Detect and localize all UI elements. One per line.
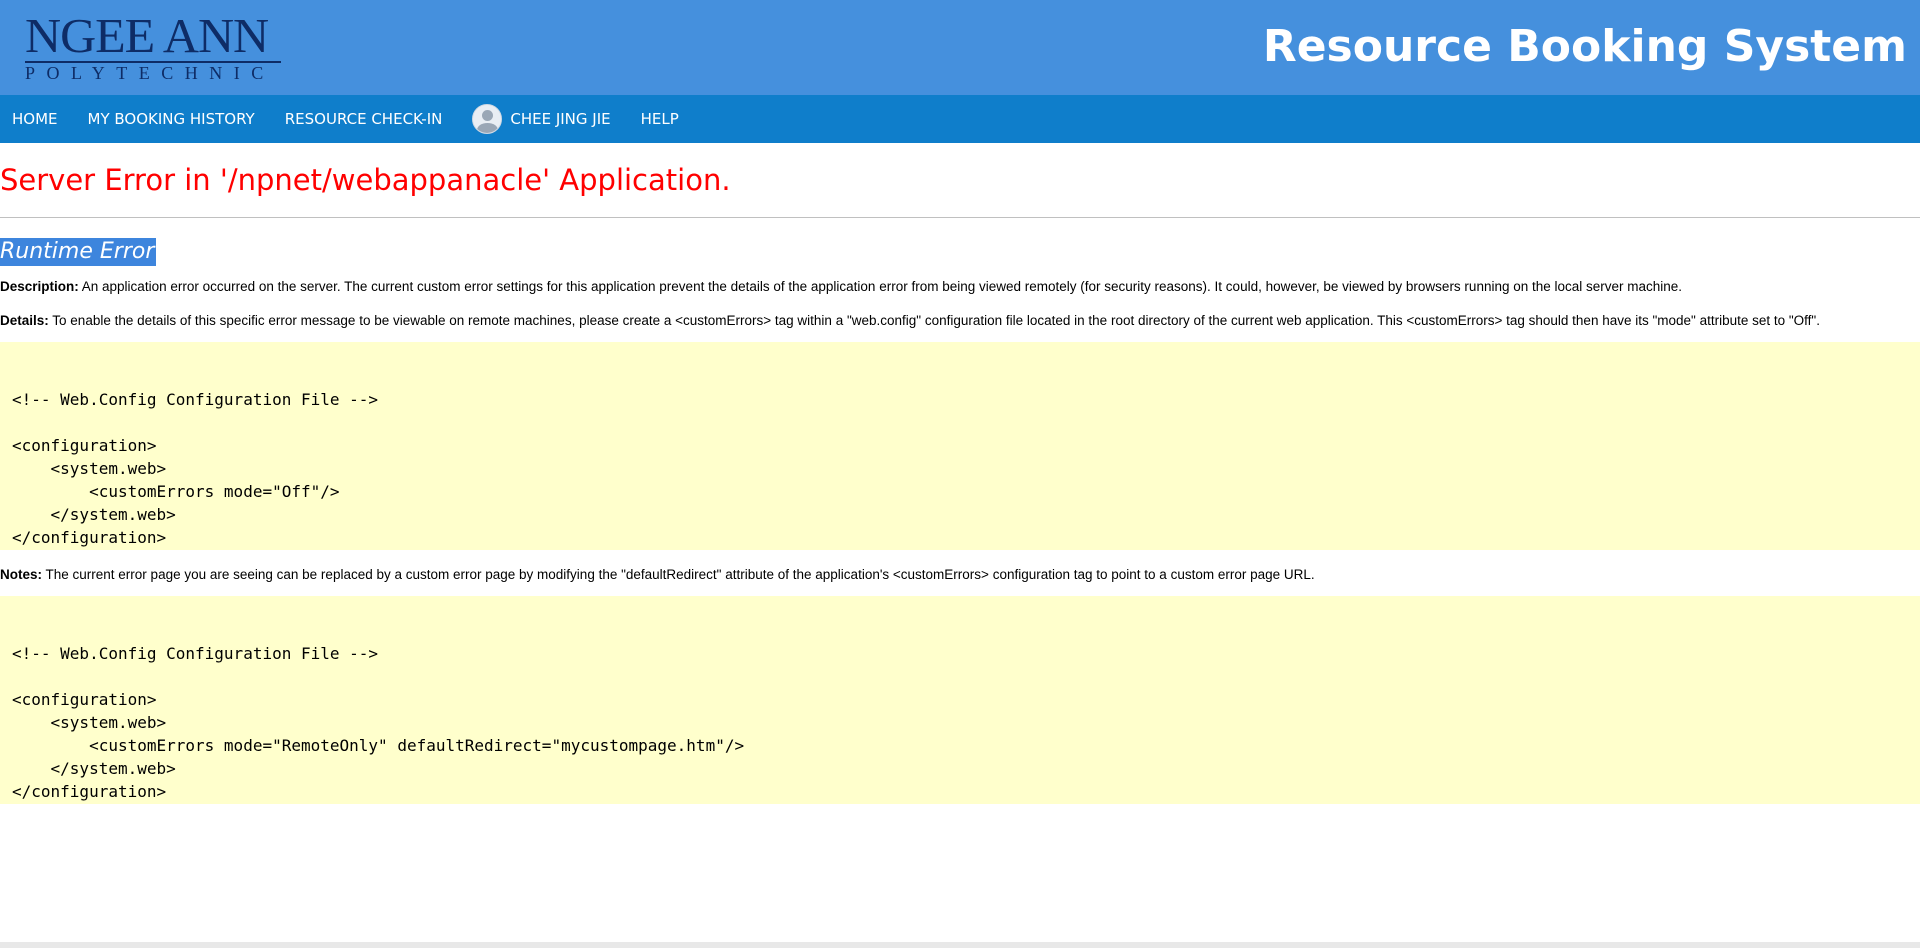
description-label: Description:	[0, 279, 79, 294]
runtime-error-heading: Runtime Error	[0, 238, 157, 266]
notes-text: The current error page you are seeing ca…	[42, 567, 1315, 582]
details-label: Details:	[0, 313, 49, 328]
error-title: Server Error in '/npnet/webappanacle' Ap…	[0, 163, 731, 197]
logo-sub-text: POLYTECHNIC	[25, 61, 281, 82]
description-text: An application error occurred on the ser…	[78, 279, 1683, 294]
site-header: NGEE ANN POLYTECHNIC Resource Booking Sy…	[0, 0, 1920, 95]
divider	[0, 217, 1920, 218]
error-content: Server Error in '/npnet/webappanacle' Ap…	[0, 143, 1920, 804]
nav-home[interactable]: HOME	[12, 110, 58, 128]
window-bottom-edge	[0, 942, 1920, 948]
nav-user-profile[interactable]: CHEE JING JIE	[472, 104, 611, 134]
logo-main-text: NGEE ANN	[25, 8, 269, 63]
user-name: CHEE JING JIE	[510, 110, 611, 128]
ngee-ann-logo[interactable]: NGEE ANN POLYTECHNIC	[25, 11, 281, 82]
main-nav: HOME MY BOOKING HISTORY RESOURCE CHECK-I…	[0, 95, 1920, 143]
nav-help[interactable]: HELP	[641, 110, 679, 128]
nav-booking-history[interactable]: MY BOOKING HISTORY	[88, 110, 255, 128]
nav-resource-checkin[interactable]: RESOURCE CHECK-IN	[285, 110, 443, 128]
details-paragraph: Details: To enable the details of this s…	[0, 312, 1920, 330]
notes-paragraph: Notes: The current error page you are se…	[0, 566, 1920, 584]
app-title: Resource Booking System	[1262, 21, 1907, 72]
notes-label: Notes:	[0, 567, 43, 582]
details-text: To enable the details of this specific e…	[48, 313, 1820, 328]
user-avatar-icon	[472, 104, 503, 134]
description-paragraph: Description: An application error occurr…	[0, 278, 1920, 296]
config-code-block-off: <!-- Web.Config Configuration File --> <…	[0, 342, 1920, 550]
config-code-block-remoteonly: <!-- Web.Config Configuration File --> <…	[0, 596, 1920, 804]
